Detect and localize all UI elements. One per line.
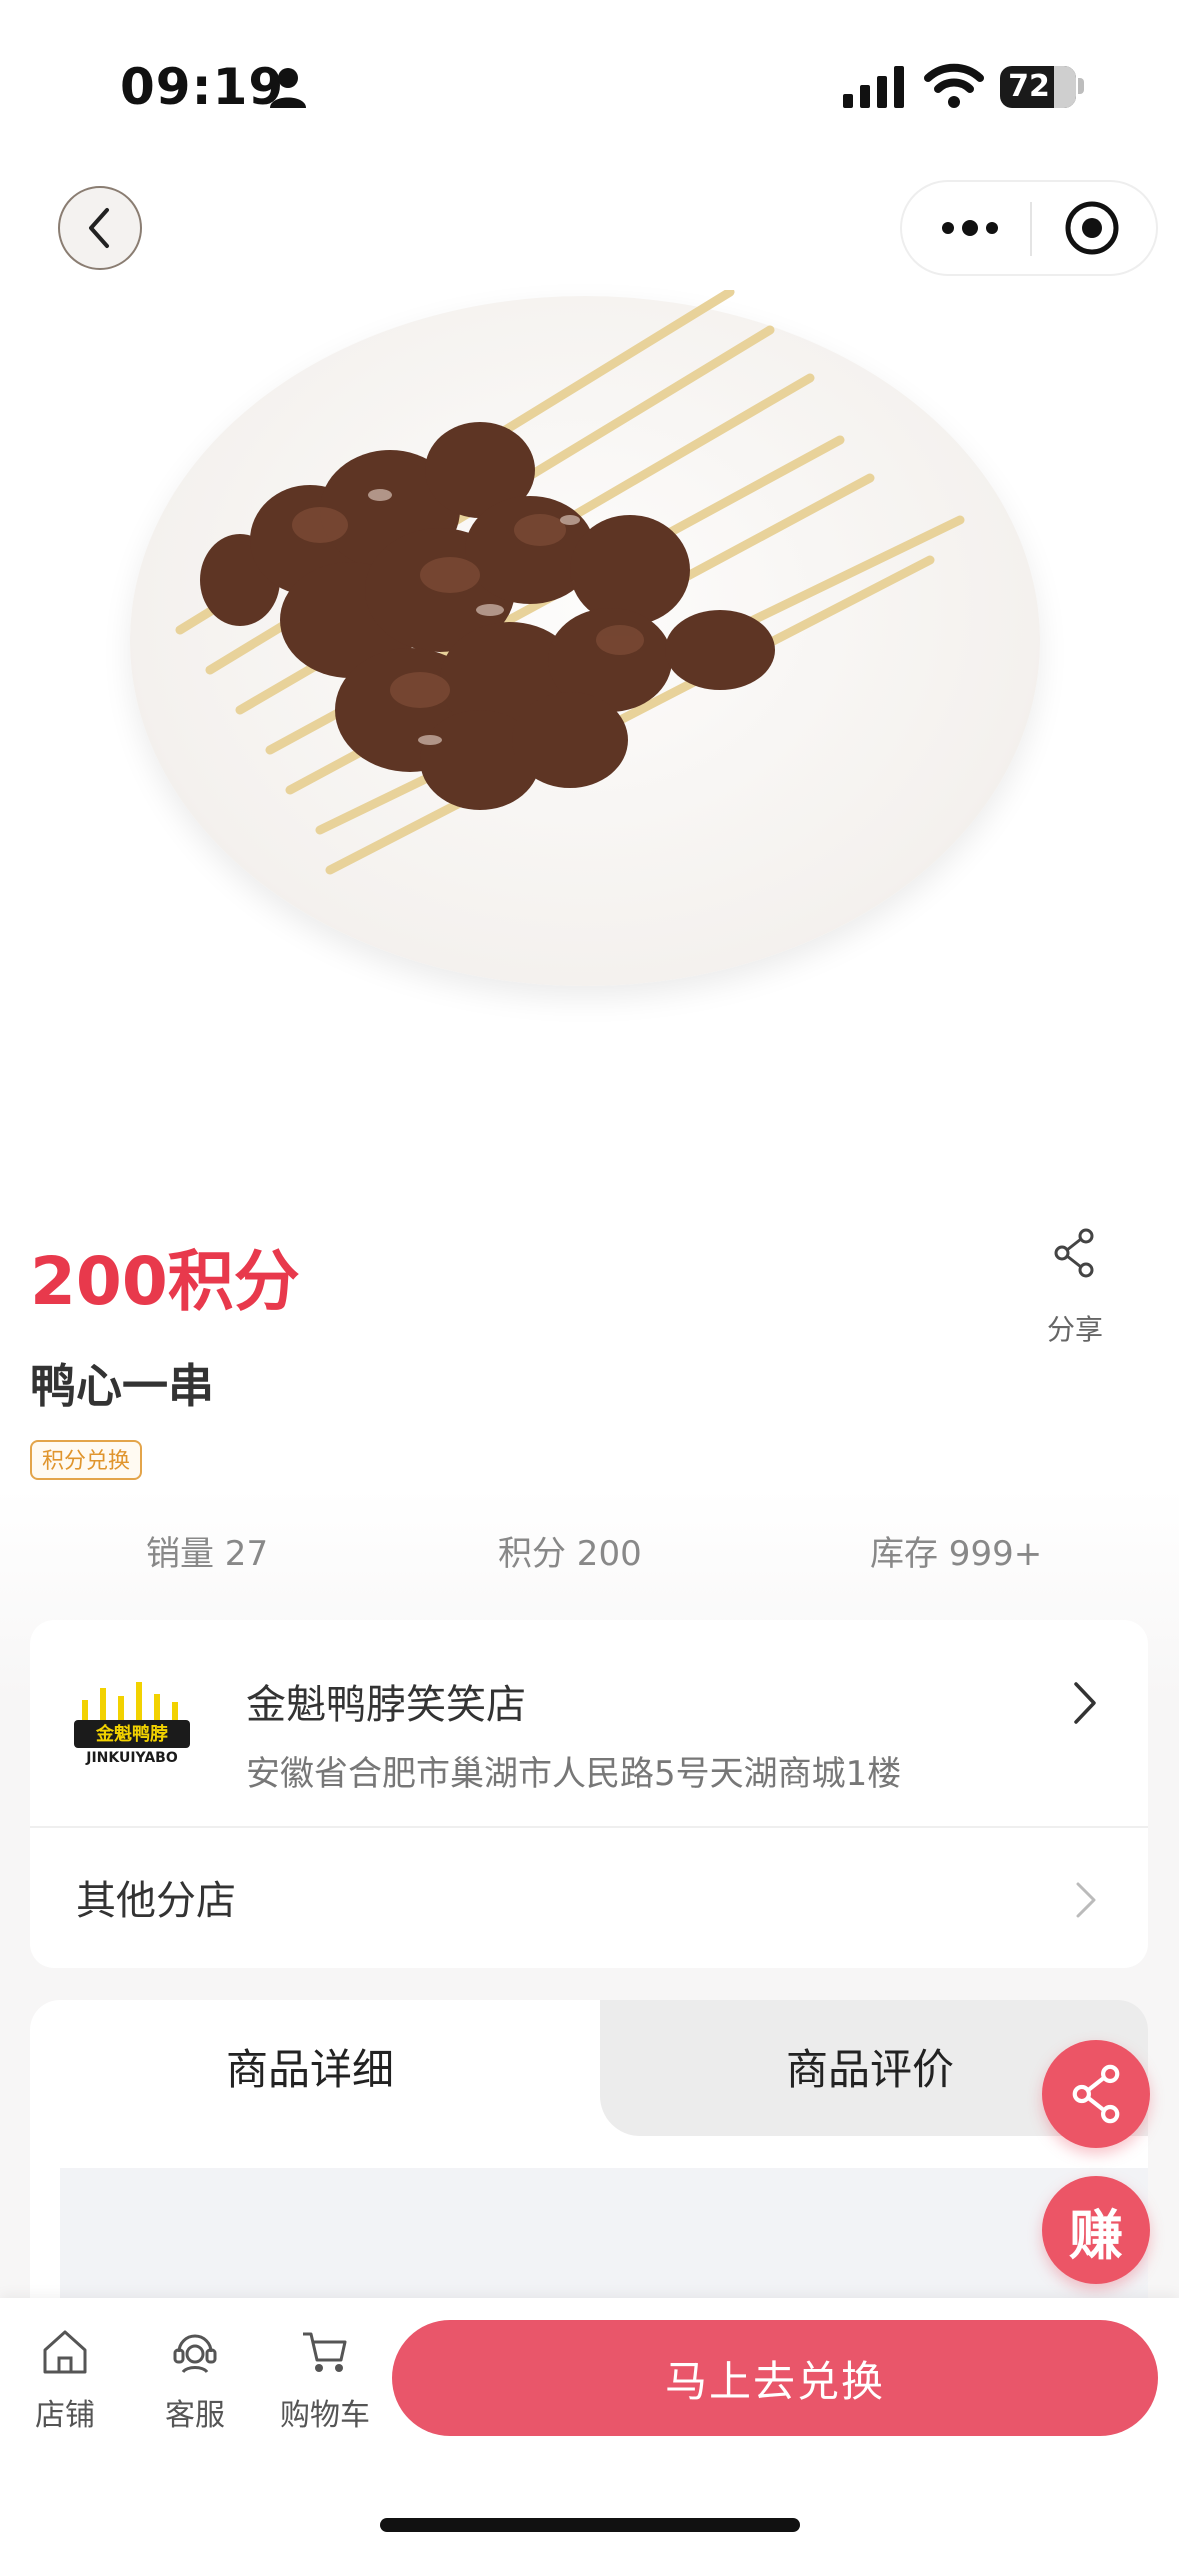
tab-details[interactable]: 商品详细 <box>30 2036 590 2097</box>
share-icon[interactable] <box>1052 1228 1096 1278</box>
shop-logo-subtext: JINKUIYABO <box>85 1750 178 1766</box>
close-miniprogram-icon[interactable] <box>1062 198 1122 258</box>
battery-level: 72 <box>1008 69 1050 104</box>
capsule-divider <box>1030 202 1032 256</box>
shop-logo: 金魁鸭脖 JINKUIYABO <box>74 1682 190 1766</box>
nav-cart[interactable]: 购物车 <box>270 2326 380 2434</box>
nav-store[interactable]: 店铺 <box>10 2326 120 2434</box>
nav-customer-service[interactable]: 客服 <box>140 2326 250 2434</box>
card-divider <box>30 1826 1148 1828</box>
chevron-right-icon[interactable] <box>1074 1880 1098 1920</box>
duck-heart-skewers-image <box>175 290 965 875</box>
nav-store-label: 店铺 <box>35 2398 95 2433</box>
redeem-now-button[interactable]: 马上去兑换 <box>392 2320 1158 2436</box>
home-indicator <box>380 2518 800 2532</box>
product-price: 200积分 <box>30 1243 300 1320</box>
nav-cart-label: 购物车 <box>280 2398 370 2433</box>
shop-address: 安徽省合肥市巢湖市人民路5号天湖商城1楼 <box>246 1754 902 1794</box>
store-icon <box>43 2330 87 2374</box>
battery-indicator: 72 <box>1000 66 1076 108</box>
customer-service-icon <box>173 2334 217 2374</box>
chevron-left-icon <box>89 208 109 248</box>
shop-logo-text: 金魁鸭脖 <box>95 1723 168 1745</box>
points-exchange-tag: 积分兑换 <box>30 1440 143 1480</box>
status-time: 09:19 <box>120 58 285 116</box>
cart-icon <box>303 2332 347 2372</box>
back-button[interactable] <box>58 186 142 270</box>
share-label[interactable]: 分享 <box>1040 1308 1110 1348</box>
battery-tip <box>1078 78 1084 94</box>
stock-count: 库存 999+ <box>870 1534 1043 1574</box>
earn-button[interactable]: 赚 <box>1042 2176 1150 2284</box>
person-icon <box>270 68 306 108</box>
shop-name[interactable]: 金魁鸭脖笑笑店 <box>246 1672 526 1730</box>
sales-count: 销量 27 <box>146 1534 269 1574</box>
wifi-icon <box>924 63 984 108</box>
more-dots-icon <box>942 220 998 236</box>
floating-share-button[interactable] <box>1042 2040 1150 2148</box>
chevron-right-icon[interactable] <box>1070 1680 1100 1726</box>
cellular-signal-icon <box>843 66 904 108</box>
points-value: 积分 200 <box>498 1534 642 1574</box>
nav-customer-service-label: 客服 <box>165 2398 225 2433</box>
more-options-button[interactable] <box>930 206 1010 250</box>
product-name: 鸭心一串 <box>30 1359 214 1413</box>
other-branches-label[interactable]: 其他分店 <box>76 1868 236 1926</box>
share-icon <box>1072 2064 1120 2124</box>
